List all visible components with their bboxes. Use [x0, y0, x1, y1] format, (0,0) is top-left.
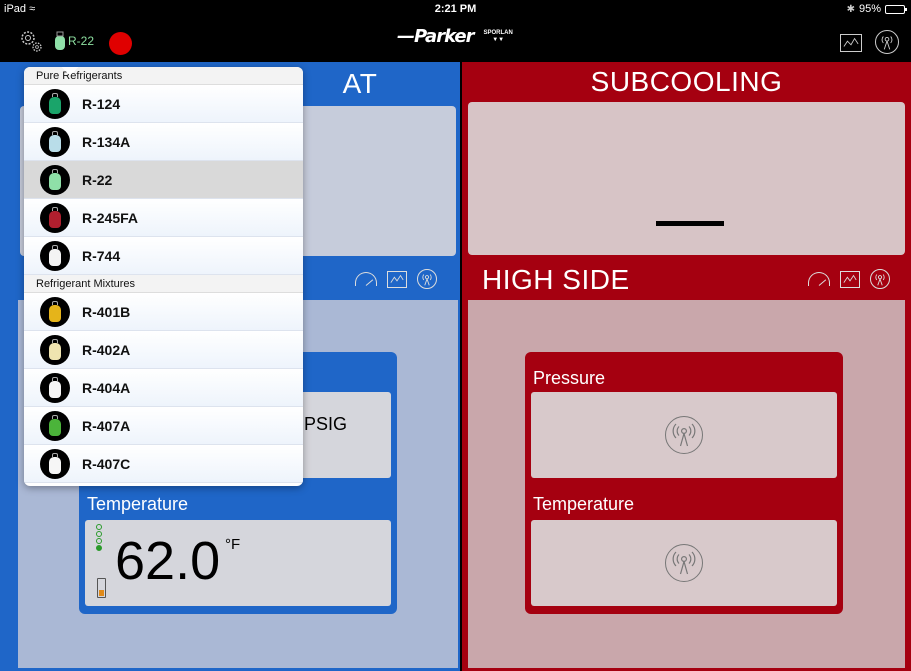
subcooling-value-card [468, 102, 905, 255]
refrigerant-option-label: R-401B [82, 303, 131, 320]
refrigerant-option-r-407a[interactable]: R-407A [24, 407, 303, 445]
refrigerant-picker-popover: Pure Refrigerants R-124 R-134A R-22 R-245FA… [24, 67, 303, 486]
refrigerant-option-label: R-744 [82, 247, 121, 264]
clock: 2:21 PM [434, 3, 477, 15]
refrigerant-option-r-124[interactable]: R-124 [24, 85, 303, 123]
graph-icon[interactable] [840, 34, 862, 52]
wireless-probe-icon[interactable] [875, 30, 899, 54]
refrigerant-option-label: R-407C [82, 455, 131, 472]
refrigerant-option-r-22[interactable]: R-22 [24, 161, 303, 199]
probe-battery-icon [97, 578, 106, 598]
status-bar: iPad ≈ 2:21 PM ✱ 95% [0, 0, 911, 20]
pure-refrigerants-header: Pure Refrigerants [24, 67, 303, 85]
subcooling-empty-value [656, 221, 724, 226]
bluetooth-icon: ✱ [846, 3, 855, 15]
refrigerant-selector-button[interactable]: R-22 [54, 31, 94, 51]
high-side-title: HIGH SIDE [482, 264, 630, 295]
battery-percent: 95% [858, 3, 881, 15]
refrigerant-tank-icon [40, 410, 70, 441]
refrigerant-option-r-402a[interactable]: R-402A [24, 331, 303, 369]
refrigerant-option-r-134a[interactable]: R-134A [24, 123, 303, 161]
graph-icon[interactable] [387, 270, 407, 288]
battery-icon [885, 4, 907, 14]
subcooling-title: SUBCOOLING [590, 66, 783, 97]
refrigerant-option-r-401b[interactable]: R-401B [24, 293, 303, 331]
refrigerant-option-r-404a[interactable]: R-404A [24, 369, 303, 407]
refrigerant-option-label: R-245FA [82, 209, 139, 226]
record-button[interactable] [109, 32, 132, 55]
temperature-readout: 62.0 °F [85, 520, 391, 606]
brand-logo: —Parker SPORLAN ▼▼ [397, 26, 513, 47]
graph-icon[interactable] [840, 270, 860, 288]
wireless-probe-icon[interactable] [870, 269, 890, 289]
pressure-unit: PSIG [304, 414, 348, 434]
selected-refrigerant-label: R-22 [68, 34, 95, 48]
refrigerant-option-label: R-402A [82, 341, 131, 358]
signal-strength-indicator [96, 524, 102, 551]
refrigerant-option-r-245fa[interactable]: R-245FA [24, 199, 303, 237]
refrigerant-option-r-744[interactable]: R-744 [24, 237, 303, 275]
gauge-icon[interactable] [808, 272, 830, 286]
refrigerant-option-label: R-404A [82, 379, 131, 396]
sporlan-logo: SPORLAN ▼▼ [483, 29, 513, 43]
battery-indicator: ✱ 95% [846, 3, 907, 15]
refrigerant-mixtures-header: Refrigerant Mixtures [24, 275, 303, 293]
refrigerant-tank-icon [40, 448, 70, 479]
app-toolbar: R-22 —Parker SPORLAN ▼▼ [0, 20, 911, 62]
pure-refrigerants-list: R-124 R-134A R-22 R-245FA R-744 [24, 85, 303, 275]
wireless-probe-icon[interactable] [417, 269, 437, 289]
temperature-unit: °F [225, 536, 241, 553]
refrigerant-tank-icon [40, 240, 70, 271]
refrigerant-tank-icon [40, 164, 70, 195]
high-side-probe-box: Pressure Temperature [525, 352, 843, 614]
high-side-icons [808, 269, 890, 289]
refrigerant-option-label: R-407A [82, 417, 131, 434]
pressure-readout[interactable] [531, 392, 837, 478]
temperature-readout[interactable] [531, 520, 837, 606]
refrigerant-mixtures-list: R-401B R-402A R-404A R-407A R-407C [24, 293, 303, 483]
parker-logo: —Parker [397, 26, 474, 47]
temperature-label: Temperature [87, 494, 189, 514]
refrigerant-option-r-407c[interactable]: R-407C [24, 445, 303, 483]
high-side-panel: SUBCOOLING HIGH SIDE Pressure Temperatur… [462, 62, 911, 671]
low-side-icons [355, 269, 437, 289]
temperature-label: Temperature [533, 494, 635, 514]
refrigerant-tank-icon [40, 88, 70, 119]
refrigerant-option-label: R-22 [82, 171, 113, 188]
pressure-label: Pressure [533, 368, 606, 388]
refrigerant-tank-icon [40, 126, 70, 157]
refrigerant-tank-icon [40, 296, 70, 327]
refrigerant-tank-icon [40, 372, 70, 403]
gauge-icon[interactable] [355, 272, 377, 286]
temperature-value: 62.0 [115, 531, 221, 591]
connect-probe-icon[interactable] [665, 544, 703, 582]
refrigerant-option-label: R-134A [82, 133, 131, 150]
refrigerant-option-label: R-124 [82, 95, 121, 112]
settings-gear-icon[interactable] [18, 28, 44, 54]
refrigerant-tank-icon [40, 202, 70, 233]
connect-probe-icon[interactable] [665, 416, 703, 454]
refrigerant-tank-icon [40, 334, 70, 365]
refrigerant-tank-icon [55, 31, 65, 50]
